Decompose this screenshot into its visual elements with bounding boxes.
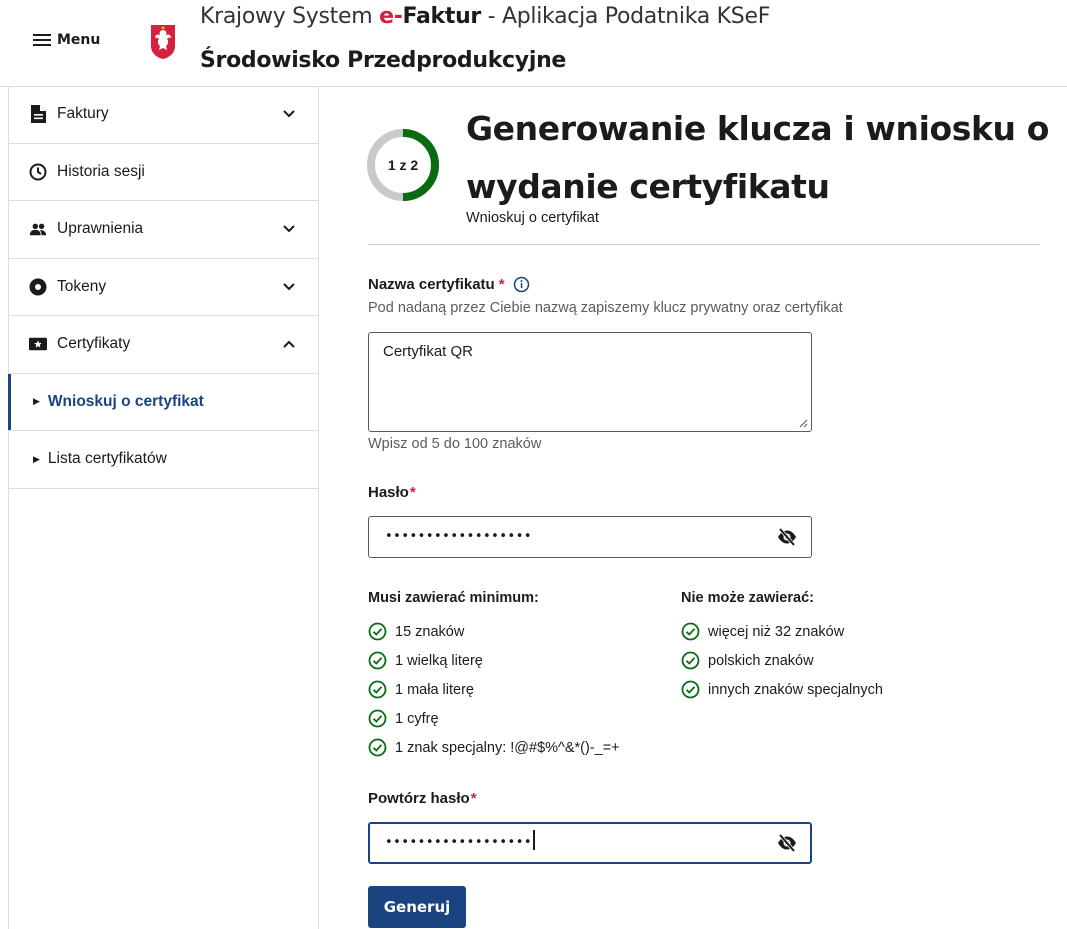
required-mark: * [409, 484, 416, 501]
polish-emblem-icon [151, 25, 175, 59]
requirement-item: polskich znaków [681, 651, 814, 670]
sidebar-item-label: Uprawnienia [57, 220, 144, 238]
password-label: Hasło * [368, 484, 416, 501]
chevron-down-icon [283, 110, 295, 118]
eye-slash-icon[interactable] [777, 528, 797, 546]
sidebar-item-label: Faktury [57, 105, 109, 123]
sidebar-subitem-label: Wnioskuj o certyfikat [47, 392, 204, 410]
sidebar-item-tokeny[interactable]: Tokeny [9, 259, 318, 316]
cert-name-textarea[interactable]: Certyfikat QR [368, 332, 812, 432]
app-header: Menu Krajowy System e-Faktur - Aplikacja… [0, 0, 1067, 86]
chevron-up-icon [283, 340, 295, 348]
title-divider [368, 244, 1040, 245]
check-circle-icon [368, 709, 387, 728]
sidebar-subitem-wnioskuj[interactable]: ▶ Wnioskuj o certyfikat [8, 373, 318, 431]
required-mark: * [470, 790, 477, 807]
check-circle-icon [681, 622, 700, 641]
text-caret [533, 829, 536, 850]
sidebar-item-historia-sesji[interactable]: Historia sesji [9, 144, 318, 201]
check-circle-icon [681, 651, 700, 670]
sidebar-item-faktury[interactable]: Faktury [9, 86, 318, 144]
resize-handle-icon[interactable] [798, 418, 808, 428]
requirement-text: 1 znak specjalny: !@#$%^&*()-_=+ [395, 739, 620, 756]
menu-button[interactable]: Menu [33, 32, 100, 48]
sidebar-item-label: Historia sesji [57, 162, 145, 180]
repeat-password-value: •••••••••••••••••• [385, 829, 536, 850]
password-value: •••••••••••••••••• [385, 529, 533, 544]
requirement-item: innych znaków specjalnych [681, 680, 883, 699]
title-suffix: - Aplikacja Podatnika KSeF [480, 4, 771, 29]
hamburger-icon [33, 34, 51, 46]
requirement-text: 1 wielką literę [395, 652, 483, 669]
title-prefix: Krajowy System [200, 4, 373, 29]
requirement-item: 15 znaków [368, 622, 464, 641]
sidebar-item-label: Tokeny [57, 277, 107, 295]
sidebar: Faktury Historia sesji Uprawnienia Token… [8, 86, 319, 929]
sidebar-item-uprawnienia[interactable]: Uprawnienia [9, 201, 318, 259]
generate-button[interactable]: Generuj [368, 886, 466, 928]
requirement-text: więcej niż 32 znaków [708, 623, 845, 640]
sidebar-subitem-lista-certyfikatow[interactable]: ▶ Lista certyfikatów [9, 431, 318, 489]
requirement-text: innych znaków specjalnych [708, 681, 883, 698]
document-icon [29, 105, 47, 124]
chevron-down-icon [283, 225, 295, 233]
environment-label: Środowisko Przedprodukcyjne [200, 48, 567, 73]
page-title: Generowanie klucza i wniosku o wydanie c… [466, 109, 1049, 206]
header-divider [320, 86, 1067, 87]
check-circle-icon [368, 680, 387, 699]
repeat-password-label: Powtórz hasło * [368, 790, 477, 807]
brand-name: e-Faktur [379, 4, 481, 29]
sidebar-subitem-label: Lista certyfikatów [47, 450, 167, 468]
required-mark: * [498, 276, 505, 293]
sidebar-item-label: Certyfikaty [57, 335, 131, 353]
certificate-icon [29, 335, 47, 353]
app-title: Krajowy System e-Faktur - Aplikacja Poda… [200, 4, 770, 29]
token-icon [29, 278, 47, 296]
requirement-item: 1 mała literę [368, 680, 474, 699]
check-circle-icon [681, 680, 700, 699]
clock-icon [29, 163, 47, 181]
check-circle-icon [368, 651, 387, 670]
triangle-right-icon: ▶ [33, 453, 40, 464]
sidebar-item-certyfikaty[interactable]: Certyfikaty [9, 316, 318, 374]
page-subtitle: Wnioskuj o certyfikat [466, 210, 599, 226]
requirement-item: więcej niż 32 znaków [681, 622, 844, 641]
cert-name-label: Nazwa certyfikatu * [368, 276, 530, 293]
info-icon[interactable] [513, 276, 530, 293]
repeat-password-input[interactable]: •••••••••••••••••• [368, 822, 812, 864]
requirement-item: 1 znak specjalny: !@#$%^&*()-_=+ [368, 738, 620, 757]
requirement-text: 15 znaków [395, 623, 465, 640]
check-circle-icon [368, 622, 387, 641]
password-input[interactable]: •••••••••••••••••• [368, 516, 812, 558]
requirement-text: polskich znaków [708, 652, 814, 669]
people-icon [29, 220, 47, 238]
chevron-down-icon [283, 283, 295, 291]
step-counter: 1 z 2 [387, 157, 419, 173]
must-not-contain-title: Nie może zawierać: [681, 590, 814, 606]
requirement-text: 1 mała literę [395, 681, 474, 698]
menu-label: Menu [57, 32, 101, 48]
must-contain-title: Musi zawierać minimum: [368, 590, 539, 606]
requirement-item: 1 wielką literę [368, 651, 483, 670]
eye-slash-icon[interactable] [777, 834, 797, 852]
check-circle-icon [368, 738, 387, 757]
cert-name-description: Pod nadaną przez Ciebie nazwą zapiszemy … [368, 300, 843, 316]
requirement-item: 1 cyfrę [368, 709, 439, 728]
triangle-right-icon: ▶ [33, 396, 40, 407]
cert-name-hint: Wpisz od 5 do 100 znaków [368, 436, 542, 452]
requirement-text: 1 cyfrę [395, 710, 439, 727]
